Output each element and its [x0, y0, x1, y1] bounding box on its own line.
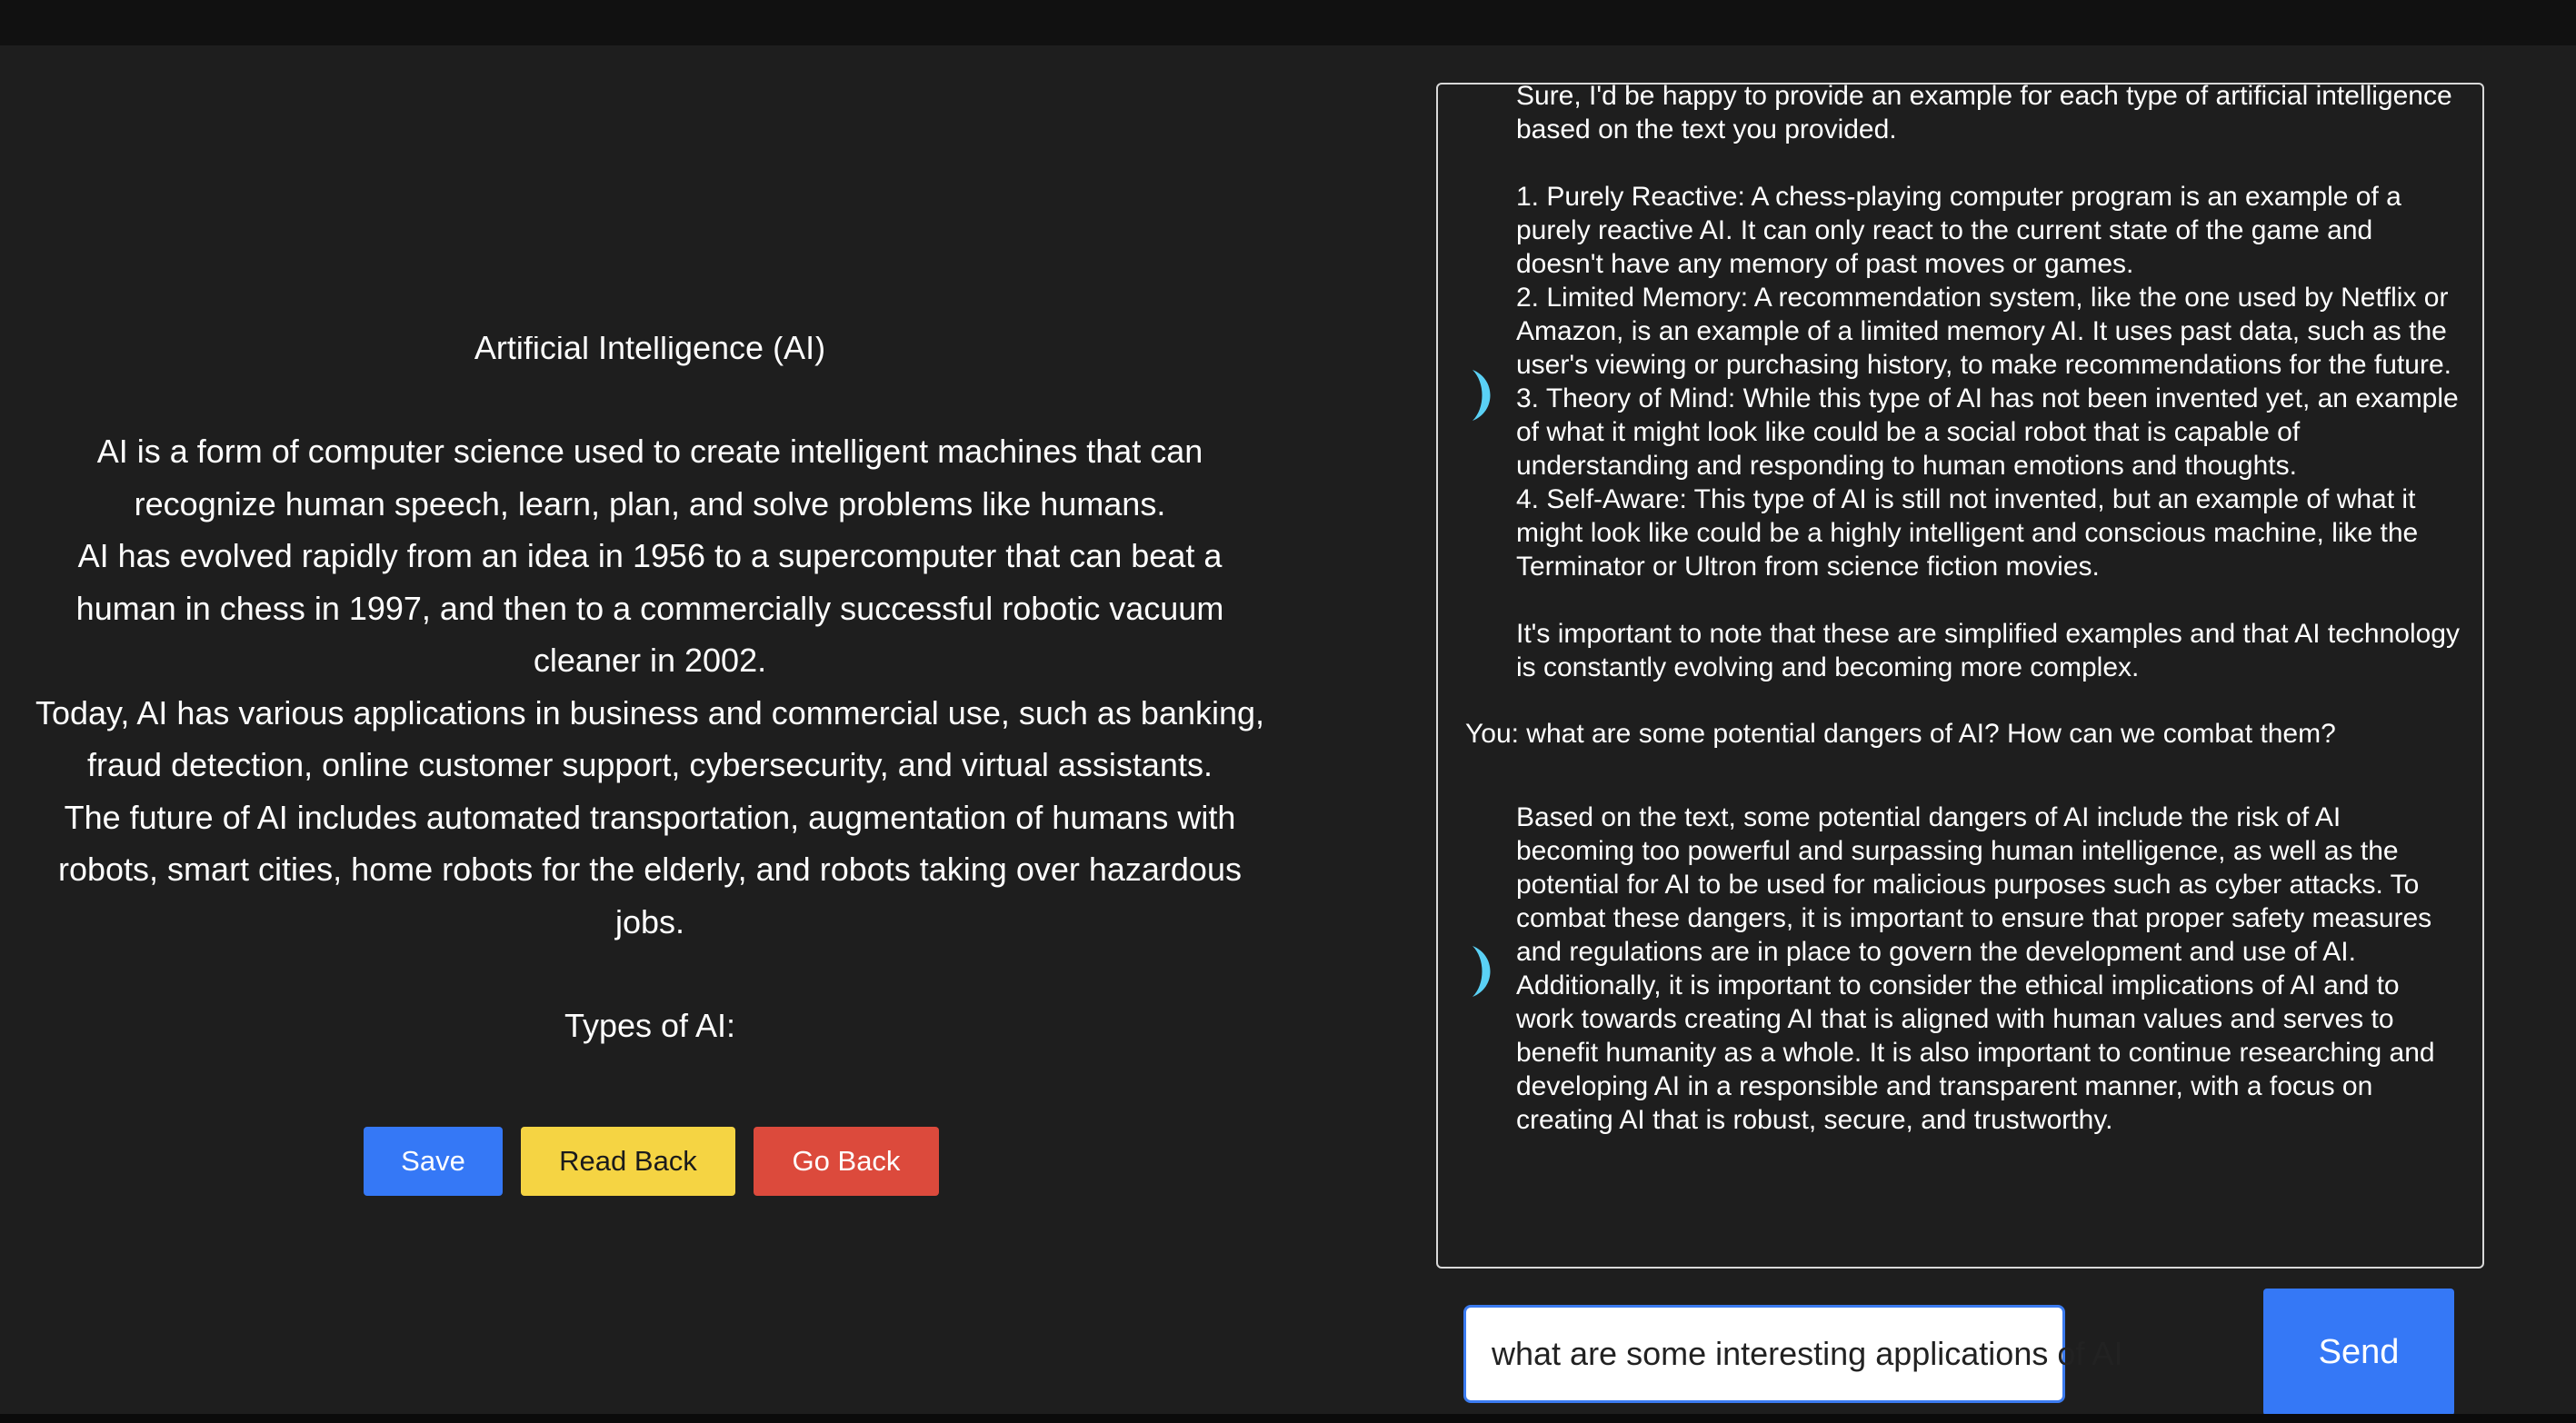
- chat-input-value: what are some interesting applications o…: [1492, 1335, 2123, 1372]
- top-bar: [0, 0, 2576, 45]
- send-button[interactable]: Send: [2263, 1289, 2454, 1416]
- document-paragraph: AI has evolved rapidly from an idea in 1…: [75, 537, 1224, 679]
- go-back-button[interactable]: Go Back: [754, 1127, 939, 1196]
- ai-message-text: Based on the text, some potential danger…: [1516, 802, 2435, 1135]
- chat-messages: Sure, I'd be happy to provide an example…: [1438, 83, 2482, 1137]
- crescent-moon-icon: [1469, 368, 1494, 423]
- document-viewer[interactable]: Artificial Intelligence (AI) AI is a for…: [27, 336, 1273, 1083]
- document-heading: Artificial Intelligence (AI): [474, 336, 826, 366]
- user-message: You: what are some potential dangers of …: [1465, 719, 2336, 749]
- crescent-moon-icon: [1469, 944, 1494, 999]
- document-paragraph: The future of AI includes automated tran…: [58, 798, 1242, 940]
- bottom-edge: [0, 1414, 2576, 1423]
- read-back-button[interactable]: Read Back: [521, 1127, 735, 1196]
- document-paragraph: AI is a form of computer science used to…: [96, 433, 1203, 522]
- chat-input-field[interactable]: what are some interesting applications o…: [1463, 1305, 2122, 1403]
- ai-message: Sure, I'd be happy to provide an example…: [1438, 83, 2482, 684]
- document-subheading: Types of AI:: [564, 1007, 736, 1044]
- ai-message: Based on the text, some potential danger…: [1438, 801, 2482, 1137]
- document-content: Artificial Intelligence (AI) AI is a for…: [27, 336, 1273, 1051]
- ai-message-text: Sure, I'd be happy to provide an example…: [1516, 83, 2460, 682]
- document-paragraph: Today, AI has various applications in bu…: [35, 693, 1265, 784]
- chat-history-panel[interactable]: Sure, I'd be happy to provide an example…: [1436, 83, 2484, 1269]
- save-button[interactable]: Save: [364, 1127, 503, 1196]
